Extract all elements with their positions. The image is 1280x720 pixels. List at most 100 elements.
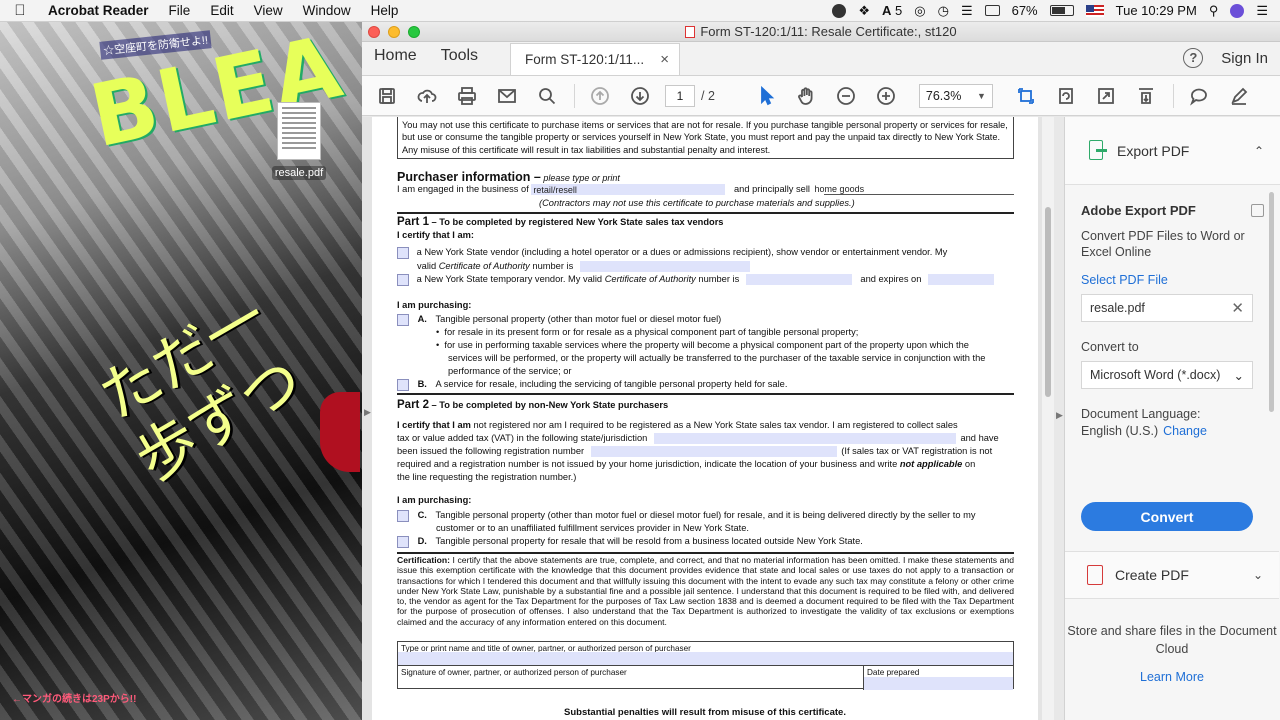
dropbox-icon[interactable]: ❖ [858,3,870,19]
checkbox-option-b[interactable] [397,378,409,391]
change-language-link[interactable]: Change [1163,424,1207,438]
intro-notice: You may not use this certificate to purc… [397,117,1014,159]
export-pdf-header[interactable]: Export PDF ⌃ [1065,117,1280,185]
chevron-up-icon[interactable]: ⌃ [1254,144,1264,158]
menu-app-name[interactable]: Acrobat Reader [40,3,159,18]
document-area[interactable]: ▶ You may not use this certificate to pu… [362,117,1054,720]
menu-view[interactable]: View [244,3,293,18]
next-page-icon[interactable] [625,81,655,111]
tab-tools[interactable]: Tools [429,47,490,75]
p2-line3a: been issued the following registration n… [397,446,585,456]
rotate-icon[interactable] [1051,81,1081,111]
checkbox-option-a[interactable] [397,313,409,326]
convert-button[interactable]: Convert [1081,502,1253,531]
search-icon[interactable] [532,81,562,111]
page-number-input[interactable]: 1 [665,84,695,107]
principally-field[interactable]: home goods [813,184,867,194]
option-d-letter: D. [417,536,427,546]
convert-format-select[interactable]: Microsoft Word (*.docx) ⌄ [1081,361,1253,389]
option-a-letter: A. [417,314,427,324]
checkbox-option-d[interactable] [397,535,409,548]
record-icon[interactable] [832,3,847,18]
zoom-out-icon[interactable] [831,81,861,111]
registration-number-field[interactable] [590,446,837,458]
export-pdf-panel: Export PDF ⌃ Adobe Export PDF Convert PD… [1064,117,1280,720]
expires-on-field[interactable] [928,274,994,286]
close-tab-icon[interactable]: × [660,51,669,68]
zoom-in-icon[interactable] [871,81,901,111]
menu-file[interactable]: File [159,3,201,18]
airplay-icon[interactable] [984,5,1000,16]
menu-window[interactable]: Window [293,3,361,18]
full-screen-icon[interactable] [1091,81,1121,111]
wifi-icon[interactable]: ☰ [961,3,973,19]
notification-center-icon[interactable]: ☰ [1256,3,1268,19]
document-language-value: English (U.S.) [1081,424,1159,438]
checkbox-temporary-vendor[interactable] [397,273,409,286]
battery-icon[interactable] [1049,5,1074,16]
spotlight-icon[interactable]: ⚲ [1209,3,1219,19]
select-pdf-file-link[interactable]: Select PDF File [1081,273,1264,287]
fit-page-icon[interactable] [1011,81,1041,111]
date-prepared-field[interactable] [864,677,1013,690]
window-zoom-button[interactable] [408,25,420,38]
save-icon[interactable] [372,81,402,111]
bullet-2: • for use in performing taxable services… [436,340,969,350]
scrolling-mode-icon[interactable] [1131,81,1161,111]
p1-opt1-line2c: number is [529,261,574,271]
print-icon[interactable] [452,81,482,111]
window-close-button[interactable] [368,25,380,38]
certify-label: I certify that I am: [397,230,474,240]
temp-authority-field[interactable] [745,274,852,286]
window-minimize-button[interactable] [388,25,400,38]
highlight-pen-icon[interactable] [1224,81,1254,111]
business-field[interactable]: retail/resell [531,184,726,196]
document-scroll-thumb[interactable] [1045,207,1051,397]
toggle-right-pane-icon[interactable]: ▶ [1056,410,1063,421]
tab-document[interactable]: Form ST-120:1/11... × [510,43,681,75]
clock[interactable]: Tue 10:29 PM [1116,3,1197,18]
document-language-label: Document Language: [1081,407,1201,421]
jurisdiction-field[interactable] [653,433,956,445]
tab-home[interactable]: Home [362,47,429,75]
adobe-cc-icon[interactable]: A 5 [882,3,902,18]
menu-help[interactable]: Help [361,3,409,18]
p2-line4: required and a registration number is no… [397,458,975,471]
title-bar[interactable]: Form ST-120:1/11: Resale Certificate:, s… [362,22,1280,42]
desktop-file-resale[interactable]: resale.pdf [266,102,332,180]
upload-cloud-icon[interactable] [412,81,442,111]
checkbox-ny-vendor[interactable] [397,246,409,259]
selected-file-field[interactable]: resale.pdf ✕ [1081,294,1253,322]
create-pdf-header[interactable]: Create PDF ⌄ [1065,551,1279,599]
comment-icon[interactable] [1184,81,1214,111]
panel-scrollbar[interactable] [1269,192,1274,412]
email-icon[interactable] [492,81,522,111]
zoom-level-select[interactable]: 76.3% ▼ [918,83,993,108]
apple-icon[interactable]:  [0,2,40,19]
certificate-authority-field[interactable] [579,261,750,273]
p2-line2b: and have [960,433,999,443]
siri-icon[interactable] [1230,3,1245,18]
wallpaper-figure [320,392,360,472]
help-icon[interactable]: ? [1183,48,1204,68]
option-c-line1: Tangible personal property (other than m… [435,510,976,520]
menu-edit[interactable]: Edit [200,3,243,18]
us-flag-icon[interactable] [1085,4,1104,17]
learn-more-link[interactable]: Learn More [1065,670,1279,684]
clear-file-icon[interactable]: ✕ [1231,299,1244,317]
previous-page-icon[interactable] [585,81,615,111]
checkbox-option-c[interactable] [397,509,409,522]
name-title-field[interactable] [398,652,1013,665]
option-c-letter: C. [417,510,427,520]
collapse-left-pane-icon[interactable]: ▶ [364,407,371,418]
chevron-down-icon[interactable]: ⌄ [1253,568,1263,582]
create-pdf-icon [1087,565,1103,585]
globe-icon[interactable]: ◎ [914,3,925,19]
hand-tool-icon[interactable] [791,81,821,111]
name-title-cell: Type or print name and title of owner, p… [398,642,1013,666]
battery-percent: 67% [1011,3,1038,18]
sign-in-button[interactable]: Sign In [1221,50,1268,67]
copy-icon[interactable] [1251,204,1264,217]
select-cursor-icon[interactable] [751,81,781,111]
timemachine-icon[interactable]: ◷ [938,3,949,19]
